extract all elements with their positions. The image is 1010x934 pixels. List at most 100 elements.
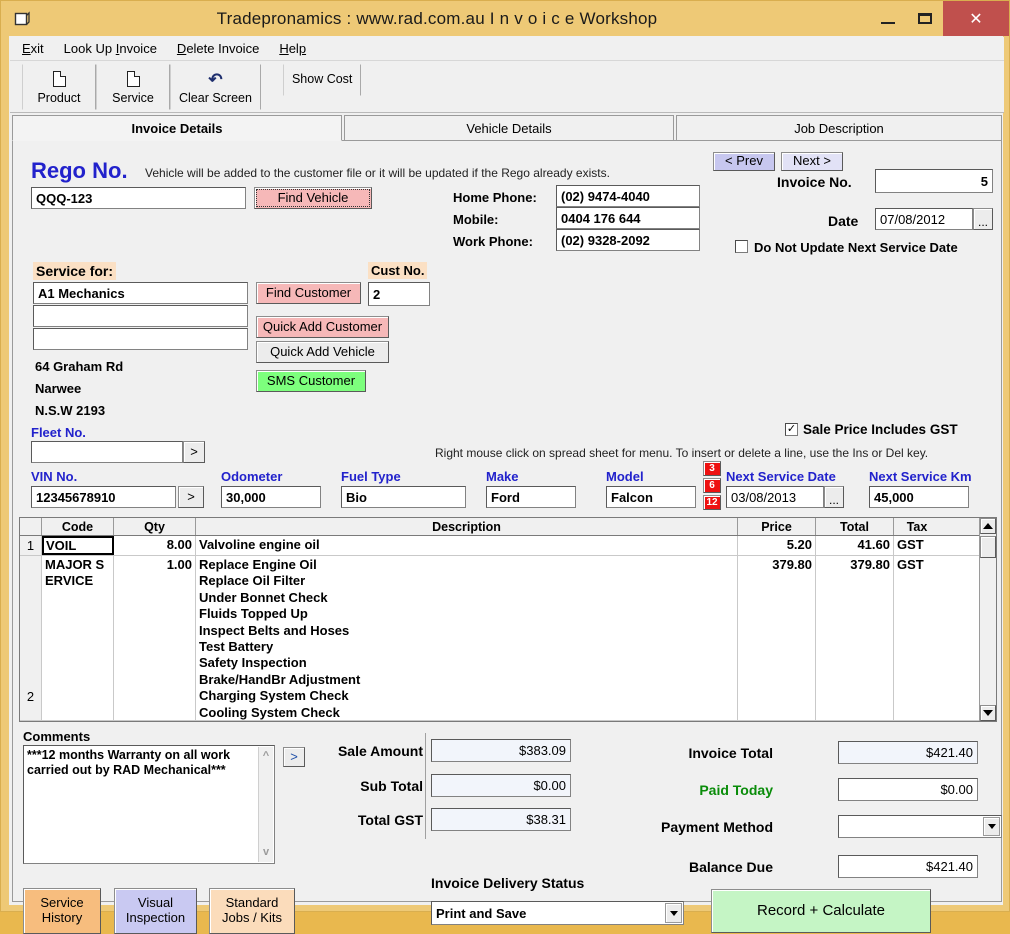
work-phone-field[interactable]: (02) 9328-2092 [556, 229, 700, 251]
next-service-date-field[interactable]: 03/08/2013 [726, 486, 824, 508]
standard-jobs-kits-button[interactable]: Standard Jobs / Kits [209, 888, 295, 934]
service-interval-12-button[interactable]: 12 [703, 495, 721, 510]
make-label: Make [486, 469, 519, 484]
find-customer-button[interactable]: Find Customer [256, 282, 361, 304]
fleet-no-browse-button[interactable]: > [183, 441, 205, 463]
home-phone-field[interactable]: (02) 9474-4040 [556, 185, 700, 207]
mobile-field[interactable]: 0404 176 644 [556, 207, 700, 229]
toolbar-show-cost-button[interactable]: Show Cost [283, 64, 361, 96]
grid-vertical-scrollbar[interactable] [979, 518, 996, 721]
invoice-delivery-status-select[interactable]: Print and Save [431, 901, 684, 925]
fuel-type-field[interactable]: Bio [341, 486, 466, 508]
vin-no-field[interactable]: 12345678910 [31, 486, 176, 508]
sms-customer-button[interactable]: SMS Customer [256, 370, 366, 392]
invoice-no-field[interactable]: 5 [875, 169, 993, 193]
service-history-button[interactable]: Service History [23, 888, 101, 934]
prev-invoice-button[interactable]: < Prev [713, 152, 775, 171]
rego-input[interactable]: QQQ-123 [31, 187, 246, 209]
grid-col-code[interactable]: Code [42, 518, 114, 535]
model-field[interactable]: Falcon [606, 486, 696, 508]
cell-total[interactable]: 379.80 [816, 556, 894, 720]
paid-today-field[interactable]: $0.00 [838, 778, 978, 801]
tab-vehicle-details[interactable]: Vehicle Details [344, 115, 674, 141]
minimize-button[interactable] [869, 1, 906, 36]
comments-textarea[interactable]: ***12 months Warranty on all work carrie… [23, 745, 275, 864]
date-picker-button[interactable]: ... [973, 208, 993, 230]
toolbar-service-label: Service [112, 91, 154, 105]
service-interval-3-button[interactable]: 3 [703, 461, 721, 476]
customer-line2-field[interactable] [33, 305, 248, 327]
next-service-date-label: Next Service Date [726, 469, 836, 484]
menu-help[interactable]: Help [279, 41, 306, 56]
window-controls: ✕ [869, 1, 1009, 36]
cell-price[interactable]: 5.20 [738, 536, 816, 555]
toolbar-clear-screen-button[interactable]: ↶ Clear Screen [170, 64, 261, 110]
payment-method-select[interactable] [838, 815, 1002, 838]
tab-job-description[interactable]: Job Description [676, 115, 1002, 141]
next-invoice-button[interactable]: Next > [781, 152, 843, 171]
scroll-down-icon[interactable] [980, 705, 996, 721]
description-line: Safety Inspection [199, 655, 734, 671]
cell-qty[interactable]: 8.00 [114, 536, 196, 555]
customer-name-field[interactable]: A1 Mechanics [33, 282, 248, 304]
description-line: Replace Oil Filter [199, 573, 734, 589]
do-not-update-service-date-checkbox[interactable] [735, 240, 748, 253]
cell-code[interactable]: VOIL [42, 536, 114, 555]
customer-line3-field[interactable] [33, 328, 248, 350]
table-row[interactable]: 1 VOIL 8.00 Valvoline engine oil 5.20 41… [20, 536, 996, 556]
cust-no-field[interactable]: 2 [368, 282, 430, 306]
sale-price-includes-gst-checkbox[interactable]: ✓ [785, 423, 798, 436]
quick-add-customer-button[interactable]: Quick Add Customer [256, 316, 389, 338]
toolbar-product-button[interactable]: Product [22, 64, 96, 110]
comments-scrollbar[interactable]: ^ v [258, 747, 273, 862]
cell-description[interactable]: Replace Engine Oil Replace Oil Filter Un… [196, 556, 738, 720]
vin-no-browse-button[interactable]: > [178, 486, 204, 508]
grid-col-description[interactable]: Description [196, 518, 738, 535]
window-title: Tradepronamics : www.rad.com.au I n v o … [5, 9, 869, 29]
scrollbar-thumb[interactable] [980, 536, 996, 558]
date-field[interactable]: 07/08/2012 [875, 208, 973, 230]
close-button[interactable]: ✕ [943, 1, 1009, 36]
standard-jobs-line1: Standard [222, 896, 282, 911]
next-service-date-picker-button[interactable]: ... [824, 486, 844, 508]
table-row[interactable]: 2 MAJOR SERVICE 1.00 Replace Engine Oil … [20, 556, 996, 721]
grid-col-price[interactable]: Price [738, 518, 816, 535]
odometer-field[interactable]: 30,000 [221, 486, 321, 508]
comments-expand-button[interactable]: > [283, 747, 305, 767]
toolbar-service-button[interactable]: Service [96, 64, 170, 110]
line-items-grid[interactable]: Code Qty Description Price Total Tax 1 V… [19, 517, 997, 722]
description-line: Test Battery [199, 639, 734, 655]
cell-price[interactable]: 379.80 [738, 556, 816, 720]
visual-inspection-button[interactable]: Visual Inspection [114, 888, 197, 934]
record-calculate-button[interactable]: Record + Calculate [711, 889, 931, 933]
next-service-km-field[interactable]: 45,000 [869, 486, 969, 508]
scroll-up-icon[interactable]: ^ [263, 749, 269, 764]
cell-description[interactable]: Valvoline engine oil [196, 536, 738, 555]
cell-total[interactable]: 41.60 [816, 536, 894, 555]
cell-code[interactable]: MAJOR SERVICE [42, 556, 114, 720]
grid-col-tax[interactable]: Tax [894, 518, 940, 535]
fleet-no-field[interactable] [31, 441, 183, 463]
scroll-down-icon[interactable]: v [263, 845, 269, 860]
service-interval-6-button[interactable]: 6 [703, 478, 721, 493]
make-field[interactable]: Ford [486, 486, 576, 508]
home-phone-label: Home Phone: [453, 190, 537, 205]
menu-lookup-invoice[interactable]: Look Up Invoice [64, 41, 157, 56]
quick-add-vehicle-button[interactable]: Quick Add Vehicle [256, 341, 389, 363]
balance-due-field: $421.40 [838, 855, 978, 878]
scroll-up-icon[interactable] [980, 518, 996, 534]
row-number: 2 [20, 556, 42, 720]
menu-exit[interactable]: Exit [22, 41, 44, 56]
grid-col-qty[interactable]: Qty [114, 518, 196, 535]
cell-tax[interactable]: GST [894, 536, 940, 555]
find-vehicle-button[interactable]: Find Vehicle [254, 187, 372, 209]
tab-invoice-details[interactable]: Invoice Details [12, 115, 342, 141]
grid-col-total[interactable]: Total [816, 518, 894, 535]
chevron-down-icon[interactable] [983, 817, 1000, 836]
sale-price-includes-gst-label: Sale Price Includes GST [803, 422, 958, 437]
maximize-button[interactable] [906, 1, 943, 36]
cell-tax[interactable]: GST [894, 556, 940, 720]
menu-delete-invoice[interactable]: Delete Invoice [177, 41, 259, 56]
chevron-down-icon[interactable] [665, 903, 682, 923]
cell-qty[interactable]: 1.00 [114, 556, 196, 720]
